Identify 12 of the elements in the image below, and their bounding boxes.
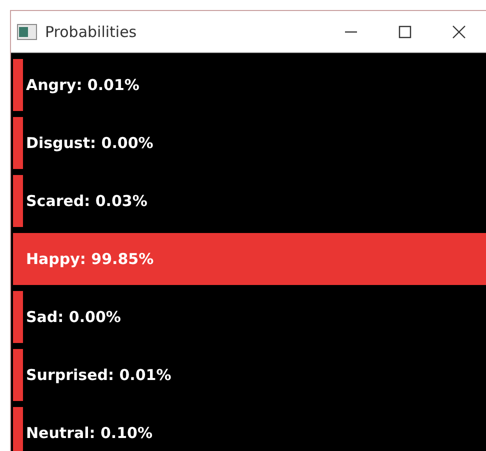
emotion-label: Angry: 0.01% [26,76,140,94]
maximize-icon [397,24,413,40]
emotion-label: Surprised: 0.01% [26,366,172,384]
emotion-label: Sad: 0.00% [26,308,121,326]
window-title: Probabilities [45,22,137,40]
window-icon [17,24,37,40]
emotion-label: Happy: 99.85% [26,250,154,268]
emotion-label: Scared: 0.03% [26,192,148,210]
minimize-icon [345,30,357,32]
emotion-label: Disgust: 0.00% [26,134,154,152]
emotion-label: Neutral: 0.10% [26,424,152,442]
close-icon [451,24,467,40]
